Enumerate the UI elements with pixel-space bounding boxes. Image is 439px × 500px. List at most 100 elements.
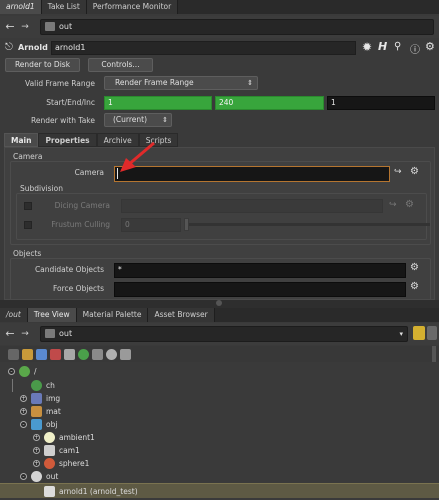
obj-icon — [31, 419, 42, 430]
forward-arrow-icon[interactable]: → — [18, 20, 32, 34]
back-arrow-icon[interactable]: ← — [3, 20, 17, 34]
valid-frame-range-label: Valid Frame Range — [25, 79, 95, 88]
tab-performance-monitor[interactable]: Performance Monitor — [86, 0, 179, 14]
info-icon[interactable]: ⓘ — [410, 41, 420, 56]
settings-icon[interactable]: ⚙ — [425, 40, 435, 53]
valid-frame-range-select[interactable]: Render Frame Range ⇕ — [104, 76, 258, 90]
jump-arrow-icon[interactable]: ↪ — [394, 167, 402, 177]
display-flag-icon[interactable] — [22, 349, 33, 360]
chevron-down-icon: ▾ — [399, 330, 403, 338]
collapse-icon[interactable]: - — [8, 368, 15, 375]
node-chooser-icon[interactable]: ⚙ — [410, 166, 419, 177]
light-icon — [44, 432, 55, 443]
increment-field[interactable]: 1 — [327, 96, 435, 110]
out-icon — [31, 471, 42, 482]
render-with-take-select[interactable]: (Current) ⇕ — [104, 113, 172, 127]
tree-row[interactable]: - out — [0, 470, 439, 483]
tree-item-label: out — [46, 472, 59, 481]
tab-material-palette[interactable]: Material Palette — [76, 308, 149, 322]
tree-row[interactable]: + ambient1 — [0, 431, 439, 444]
sphere-icon — [44, 458, 55, 469]
expand-icon[interactable]: + — [33, 434, 40, 441]
tree-view: - / ch + img + mat - obj + ambient1 + ca… — [0, 362, 439, 500]
network-icon — [45, 329, 55, 338]
lock-icon[interactable]: ⎋ — [5, 42, 13, 53]
back-arrow-icon[interactable]: ← — [3, 327, 17, 341]
search-icon[interactable]: ⚲ — [394, 41, 401, 52]
objects-section-title: Objects — [13, 249, 42, 258]
expand-icon[interactable]: + — [33, 460, 40, 467]
gear-icon[interactable]: ✹ — [362, 40, 372, 54]
tree-row-selected[interactable]: arnold1 (arnold_test) — [0, 483, 439, 498]
pane-divider[interactable] — [0, 300, 439, 308]
tree-item-label: obj — [46, 420, 58, 429]
node-chooser-icon[interactable]: ⚙ — [410, 262, 419, 273]
candidate-objects-label: Candidate Objects — [34, 265, 104, 274]
pin-icon[interactable] — [413, 326, 425, 340]
help-h-icon[interactable]: H — [378, 40, 387, 53]
collapse-icon[interactable]: - — [20, 473, 27, 480]
template-flag-icon[interactable] — [78, 349, 89, 360]
node-header: ⎋ Arnold arnold1 ✹ H ⚲ ⓘ ⚙ — [0, 40, 439, 56]
collapse-icon[interactable]: - — [20, 421, 27, 428]
thumbnail-flag-icon[interactable] — [120, 349, 131, 360]
dicing-camera-field[interactable] — [121, 199, 383, 213]
link-icon[interactable] — [427, 326, 437, 340]
tree-scrollbar[interactable] — [432, 346, 436, 362]
lock-flag-icon[interactable] — [64, 349, 75, 360]
node-type-label: Arnold — [18, 43, 48, 52]
expand-icon[interactable]: + — [33, 447, 40, 454]
top-path-field[interactable]: out — [40, 19, 434, 35]
controls-button[interactable]: Controls... — [88, 58, 153, 72]
top-path-text: out — [59, 22, 73, 31]
frustum-culling-field[interactable]: 0 — [121, 218, 181, 232]
tree-item-label: ch — [46, 381, 55, 390]
frustum-slider-handle[interactable] — [184, 218, 189, 231]
end-frame-field[interactable]: 240 — [215, 96, 324, 110]
tab-tree-view[interactable]: Tree View — [27, 308, 77, 322]
render-flag-icon[interactable] — [36, 349, 47, 360]
force-objects-field[interactable] — [114, 282, 406, 297]
tree-toolbar — [0, 346, 439, 362]
node-name-field[interactable]: arnold1 — [51, 41, 356, 55]
tree-item-label: mat — [46, 407, 61, 416]
tree-row[interactable]: + img — [0, 392, 439, 405]
filter-icon[interactable] — [8, 349, 19, 360]
tree-row[interactable]: + mat — [0, 405, 439, 418]
node-chooser-icon[interactable]: ⚙ — [410, 281, 419, 292]
tree-line — [12, 379, 13, 392]
tree-row[interactable]: ch — [0, 379, 439, 392]
bottom-tab-bar: /out Tree View Material Palette Asset Br… — [0, 308, 439, 322]
node-chooser-icon: ⚙ — [405, 199, 414, 210]
rop-icon — [44, 486, 55, 497]
candidate-objects-field[interactable]: * — [114, 263, 406, 278]
tab-out-network[interactable]: /out — [0, 308, 28, 322]
bypass-flag-icon[interactable] — [50, 349, 61, 360]
start-end-inc-label: Start/End/Inc — [46, 98, 95, 107]
tab-asset-browser[interactable]: Asset Browser — [148, 308, 215, 322]
network-icon — [45, 22, 55, 31]
top-path-bar: ← → out — [0, 16, 439, 38]
divider-handle-icon[interactable] — [216, 300, 222, 306]
valid-frame-range-value: Render Frame Range — [115, 78, 194, 87]
tree-item-label: sphere1 — [59, 459, 90, 468]
tab-take-list[interactable]: Take List — [41, 0, 87, 14]
frustum-slider-track[interactable] — [186, 223, 430, 226]
tab-main[interactable]: Main — [4, 133, 39, 147]
tree-row[interactable]: - / — [0, 365, 439, 378]
render-to-disk-button[interactable]: Render to Disk — [5, 58, 80, 72]
bottom-path-field[interactable]: out ▾ — [40, 326, 408, 342]
expand-icon[interactable]: + — [20, 408, 27, 415]
tab-properties[interactable]: Properties — [38, 133, 97, 147]
forward-arrow-icon[interactable]: → — [18, 327, 32, 341]
highlight-flag-icon[interactable] — [106, 349, 117, 360]
tree-row[interactable]: - obj — [0, 418, 439, 431]
tree-row[interactable]: + cam1 — [0, 444, 439, 457]
tree-item-label: / — [34, 367, 37, 376]
jump-arrow-icon: ↪ — [389, 200, 397, 210]
selectable-flag-icon[interactable] — [92, 349, 103, 360]
tree-row[interactable]: + sphere1 — [0, 457, 439, 470]
expand-icon[interactable]: + — [20, 395, 27, 402]
start-frame-field[interactable]: 1 — [104, 96, 212, 110]
tab-arnold1[interactable]: arnold1 — [0, 0, 42, 14]
